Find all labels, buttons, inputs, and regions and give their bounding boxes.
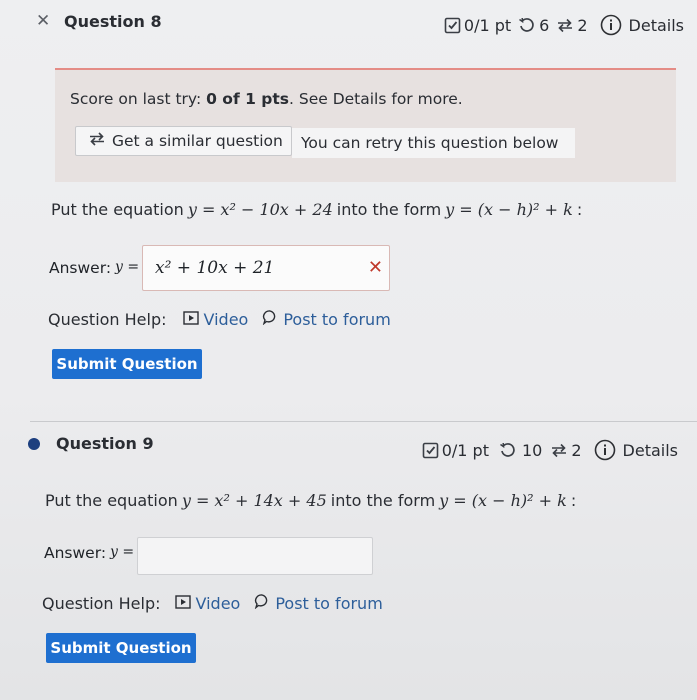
- video-label: Video: [203, 309, 249, 329]
- prompt-mid: into the form: [330, 491, 436, 510]
- video-link[interactable]: Video: [174, 593, 241, 613]
- section-divider: [30, 421, 697, 422]
- details-link[interactable]: Details: [629, 16, 684, 35]
- answer-label: Answer:: [44, 544, 107, 562]
- score-summary: Score on last try: 0 of 1 pts. See Detai…: [70, 90, 463, 108]
- current-question-bullet: [28, 438, 40, 450]
- equation: y = x² + 14x + 45: [181, 491, 327, 510]
- close-icon[interactable]: ✕: [36, 11, 50, 31]
- question-title: Question 9: [56, 434, 154, 453]
- points-text: 0/1 pt: [463, 15, 512, 35]
- get-similar-question-button[interactable]: Get a similar question: [75, 126, 292, 156]
- forum-label: Post to forum: [283, 309, 391, 329]
- submit-question-button[interactable]: Submit Question: [52, 349, 202, 379]
- forum-link[interactable]: Post to forum: [254, 593, 383, 613]
- similar-icon: [88, 131, 106, 151]
- question-title: Question 8: [64, 12, 162, 31]
- retry-notice: You can retry this question below: [292, 128, 575, 158]
- score-suffix: . See Details for more.: [289, 90, 463, 108]
- answer-row: Answer: y = x² + 10x + 21 ✕: [49, 245, 409, 294]
- video-link[interactable]: Video: [182, 309, 249, 329]
- question-meta: 0/1 pt 10 2 Details: [422, 439, 678, 461]
- score-panel: [55, 68, 676, 182]
- info-icon[interactable]: [594, 439, 616, 461]
- attempts-count: 2: [571, 440, 582, 460]
- incorrect-icon: ✕: [367, 257, 383, 278]
- question-help: Question Help: Video Post to forum: [48, 309, 391, 329]
- video-label: Video: [195, 593, 241, 613]
- points-text: 0/1 pt: [441, 440, 489, 460]
- attempts-icon: [550, 442, 568, 459]
- prompt-mid: into the form: [336, 200, 442, 219]
- forum-label: Post to forum: [275, 593, 383, 613]
- answer-input[interactable]: [137, 537, 373, 575]
- video-icon: [174, 594, 191, 613]
- info-icon[interactable]: [600, 14, 622, 36]
- question-meta: 0/1 pt 6 2 Details: [444, 14, 684, 36]
- score-check-icon: [444, 17, 461, 34]
- retry-icon: [499, 442, 516, 459]
- retries-count: 10: [521, 440, 543, 460]
- score-value: 0 of 1 pts: [206, 90, 290, 108]
- help-label: Question Help:: [48, 309, 167, 329]
- video-icon: [182, 310, 199, 329]
- question-prompt: Put the equation y = x² − 10x + 24 into …: [51, 200, 583, 219]
- help-label: Question Help:: [42, 593, 161, 613]
- answer-label: Answer:: [49, 259, 112, 277]
- equation: y = x² − 10x + 24: [187, 200, 333, 219]
- target-form: y = (x − h)² + k: [439, 491, 567, 510]
- retries-count: 6: [539, 15, 550, 35]
- submit-question-button[interactable]: Submit Question: [46, 633, 196, 663]
- answer-variable: y =: [110, 544, 135, 560]
- prompt-before: Put the equation: [45, 491, 178, 510]
- details-link[interactable]: Details: [623, 441, 678, 460]
- answer-value: x² + 10x + 21: [155, 258, 275, 278]
- attempts-icon: [556, 17, 574, 34]
- question-help: Question Help: Video Post to forum: [42, 593, 383, 613]
- retry-icon: [518, 17, 535, 34]
- forum-icon: [254, 593, 270, 613]
- score-label: Score on last try:: [70, 90, 202, 108]
- question-8-header: ✕ Question 8 0/1 pt 6 2 Details: [36, 10, 686, 38]
- forum-link[interactable]: Post to forum: [262, 309, 391, 329]
- answer-variable: y =: [115, 259, 140, 275]
- forum-icon: [262, 309, 278, 329]
- score-check-icon: [422, 442, 439, 459]
- question-9-header: Question 9 0/1 pt 10 2 Details: [28, 432, 682, 462]
- target-form: y = (x − h)² + k: [445, 200, 573, 219]
- answer-input[interactable]: x² + 10x + 21 ✕: [142, 245, 390, 291]
- answer-row: Answer: y =: [44, 537, 384, 578]
- attempts-count: 2: [577, 15, 588, 35]
- question-prompt: Put the equation y = x² + 14x + 45 into …: [45, 491, 577, 510]
- similar-label: Get a similar question: [112, 132, 283, 150]
- prompt-before: Put the equation: [51, 200, 184, 219]
